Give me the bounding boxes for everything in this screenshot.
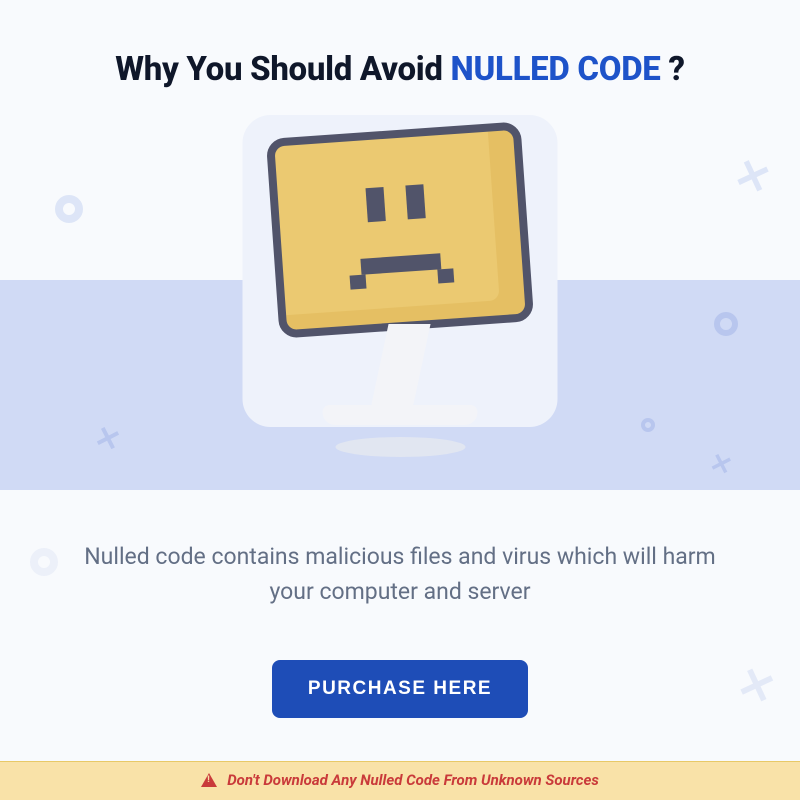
decor-circle-icon <box>641 418 655 432</box>
monitor-screen <box>266 121 534 338</box>
warning-triangle-icon <box>201 773 217 787</box>
decor-circle-icon <box>714 312 738 336</box>
monitor-shadow <box>335 437 465 457</box>
title-highlight: NULLED CODE <box>451 50 661 89</box>
description-text: Nulled code contains malicious files and… <box>80 540 720 609</box>
footer-warning-text: Don't Download Any Nulled Code From Unkn… <box>227 771 599 789</box>
decor-plus-icon: ✕ <box>727 147 777 206</box>
purchase-button[interactable]: PURCHASE HERE <box>272 660 528 718</box>
title-suffix: ? <box>661 50 685 89</box>
decor-circle-icon <box>55 195 83 223</box>
sad-monitor-illustration <box>273 130 528 457</box>
title-prefix: Why You Should Avoid <box>115 50 450 89</box>
warning-footer: Don't Download Any Nulled Code From Unkn… <box>0 761 800 800</box>
page-title: Why You Should Avoid NULLED CODE ? <box>0 50 800 89</box>
